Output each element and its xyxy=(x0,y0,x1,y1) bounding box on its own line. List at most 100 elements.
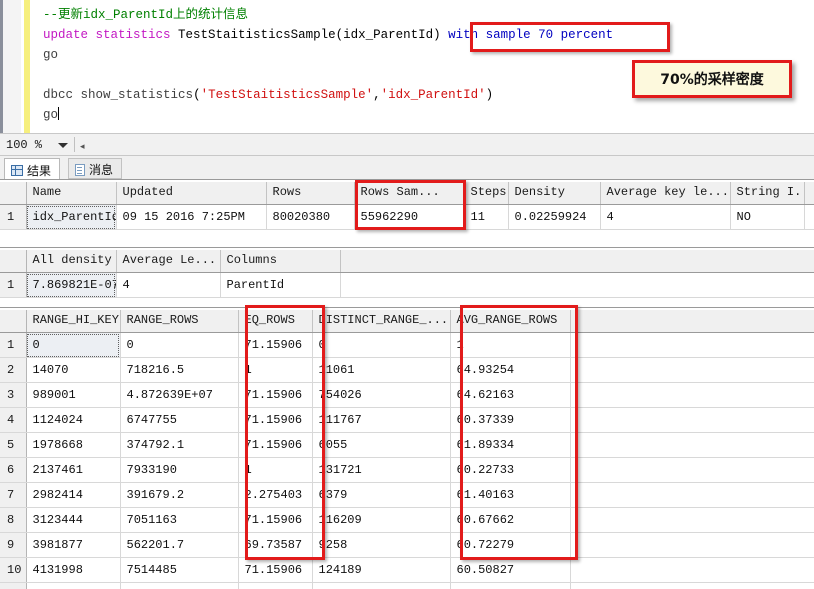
column-header[interactable]: Name xyxy=(26,180,117,205)
table-cell[interactable]: 1978668 xyxy=(26,432,121,458)
zoom-level-label[interactable]: 100 % xyxy=(6,138,42,152)
table-cell[interactable]: 3981877 xyxy=(26,532,121,558)
table-row[interactable]: 10 4131998 7514485 71.15906 124189 60.50827 xyxy=(0,557,814,583)
table-cell[interactable]: 0 xyxy=(312,332,451,358)
table-cell[interactable]: 0 xyxy=(120,582,239,589)
row-number-cell[interactable]: 2 xyxy=(0,357,27,383)
table-row[interactable]: 9 3981877 562201.7 69.73587 9258 60.72279 xyxy=(0,532,814,558)
row-number-cell[interactable]: 1 xyxy=(0,272,27,298)
table-cell[interactable]: 4 xyxy=(600,204,731,230)
row-number-cell[interactable]: 7 xyxy=(0,482,27,508)
table-row[interactable]: 6 2137461 7933190 1 131721 60.22733 xyxy=(0,457,814,483)
table-cell[interactable]: 9258 xyxy=(312,532,451,558)
column-header[interactable]: RANGE_HI_KEY xyxy=(26,308,121,333)
column-header[interactable]: Steps xyxy=(464,180,509,205)
tab-messages[interactable]: 消息 xyxy=(68,158,123,179)
table-cell[interactable]: 60.50827 xyxy=(450,557,571,583)
column-header[interactable]: Average key le... xyxy=(600,180,731,205)
table-cell[interactable]: 2.275403 xyxy=(238,482,313,508)
table-cell[interactable]: 2982414 xyxy=(26,482,121,508)
table-cell[interactable]: 60.22733 xyxy=(450,457,571,483)
table-row[interactable]: 5 1978668 374792.1 71.15906 6055 61.89334 xyxy=(0,432,814,458)
table-row[interactable]: 8 3123444 7051163 71.15906 116209 60.67662 xyxy=(0,507,814,533)
table-cell[interactable]: 7933190 xyxy=(120,457,239,483)
table-cell[interactable]: 60.72279 xyxy=(450,532,571,558)
table-cell[interactable]: 4.872639E+07 xyxy=(120,382,239,408)
row-number-cell[interactable]: 8 xyxy=(0,507,27,533)
column-header[interactable]: Rows xyxy=(266,180,355,205)
column-header[interactable]: Rows Sam... xyxy=(354,180,465,205)
left-arrow-icon[interactable]: ◂ xyxy=(80,141,85,152)
table-cell[interactable]: 7.869821E-07 xyxy=(26,272,117,298)
table-cell[interactable]: 0 xyxy=(120,332,239,358)
table-cell[interactable]: 60.37339 xyxy=(450,407,571,433)
row-number-cell[interactable]: 5 xyxy=(0,432,27,458)
column-header[interactable]: AVG_RANGE_ROWS xyxy=(450,308,571,333)
table-row[interactable]: 1 0 0 71.15906 0 1 xyxy=(0,332,814,358)
table-cell[interactable]: 0.02259924 xyxy=(508,204,601,230)
table-cell[interactable]: 55962290 xyxy=(354,204,465,230)
results-grid-histogram[interactable]: RANGE_HI_KEY RANGE_ROWS EQ_ROWS DISTINCT_RA… xyxy=(0,307,814,589)
table-cell[interactable]: 0 xyxy=(26,332,121,358)
table-cell[interactable]: 69.73587 xyxy=(238,532,313,558)
table-cell[interactable]: 7514485 xyxy=(120,557,239,583)
row-number-header[interactable] xyxy=(0,248,27,273)
results-grid-density[interactable]: All density Average Le... Columns 1 7.869821… xyxy=(0,247,814,303)
table-cell[interactable]: ParentId xyxy=(220,272,341,298)
chevron-down-icon[interactable] xyxy=(58,143,68,148)
table-cell[interactable]: 131721 xyxy=(312,457,451,483)
table-cell[interactable]: 2137461 xyxy=(26,457,121,483)
sql-code-text[interactable]: --更新idx_ParentId上的统计信息 update statistics … xyxy=(43,5,613,125)
table-cell[interactable]: 80020380 xyxy=(266,204,355,230)
table-row[interactable]: 3 989001 4.872639E+07 71.15906 754026 64.6216… xyxy=(0,382,814,408)
row-number-cell[interactable]: 6 xyxy=(0,457,27,483)
column-header[interactable]: EQ_ROWS xyxy=(238,308,313,333)
table-cell[interactable]: 71.15906 xyxy=(238,507,313,533)
table-cell[interactable]: 4131998 xyxy=(26,557,121,583)
table-cell[interactable]: 71.15906 xyxy=(238,332,313,358)
row-number-cell[interactable]: 4 xyxy=(0,407,27,433)
table-cell[interactable]: 7.115905 xyxy=(238,582,313,589)
table-cell[interactable]: 374792.1 xyxy=(120,432,239,458)
table-cell[interactable]: 6055 xyxy=(312,432,451,458)
table-cell[interactable]: 754026 xyxy=(312,382,451,408)
table-cell[interactable]: 09 15 2016 7:25PM xyxy=(116,204,267,230)
table-row[interactable]: 4 1124024 6747755 71.15906 111767 60.37339 xyxy=(0,407,814,433)
table-row[interactable]: 1 idx_ParentId 09 15 2016 7:25PM 80020380 55… xyxy=(0,204,814,230)
table-cell[interactable]: 71.15906 xyxy=(238,557,313,583)
table-cell[interactable]: 7051163 xyxy=(120,507,239,533)
table-cell[interactable]: 111767 xyxy=(312,407,451,433)
table-cell[interactable]: NO xyxy=(730,204,805,230)
table-cell[interactable]: 124189 xyxy=(312,557,451,583)
table-row[interactable]: 7 2982414 391679.2 2.275403 6379 61.40163 xyxy=(0,482,814,508)
table-cell[interactable]: idx_ParentId xyxy=(26,204,117,230)
table-cell[interactable]: 391679.2 xyxy=(120,482,239,508)
row-number-cell[interactable]: 3 xyxy=(0,382,27,408)
table-cell[interactable]: 14070 xyxy=(26,357,121,383)
table-cell[interactable]: 61.89334 xyxy=(450,432,571,458)
table-cell[interactable]: 116209 xyxy=(312,507,451,533)
table-cell[interactable]: 4131999 xyxy=(26,582,121,589)
table-cell[interactable]: 1 xyxy=(450,582,571,589)
table-cell[interactable]: 71.15906 xyxy=(238,407,313,433)
column-header[interactable]: All density xyxy=(26,248,117,273)
table-cell[interactable]: 562201.7 xyxy=(120,532,239,558)
table-cell[interactable]: 64.62163 xyxy=(450,382,571,408)
column-header[interactable]: RANGE_ROWS xyxy=(120,308,239,333)
table-row[interactable]: 2 14070 718216.5 1 11061 64.93254 xyxy=(0,357,814,383)
row-number-cell[interactable]: 1 xyxy=(0,332,27,358)
results-table[interactable]: All density Average Le... Columns 1 7.869821… xyxy=(0,248,814,298)
table-cell[interactable]: 6747755 xyxy=(120,407,239,433)
row-number-cell[interactable]: 1 xyxy=(0,204,27,230)
table-cell[interactable]: 1124024 xyxy=(26,407,121,433)
column-header[interactable]: Density xyxy=(508,180,601,205)
table-cell[interactable]: 11061 xyxy=(312,357,451,383)
row-number-cell[interactable]: 9 xyxy=(0,532,27,558)
table-row[interactable]: 1 7.869821E-07 4 ParentId xyxy=(0,272,814,298)
row-number-cell[interactable]: 11 xyxy=(0,582,27,589)
row-number-cell[interactable]: 10 xyxy=(0,557,27,583)
row-number-header[interactable] xyxy=(0,308,27,333)
column-header[interactable]: Columns xyxy=(220,248,341,273)
table-cell[interactable]: 0 xyxy=(312,582,451,589)
table-cell[interactable]: 71.15906 xyxy=(238,432,313,458)
